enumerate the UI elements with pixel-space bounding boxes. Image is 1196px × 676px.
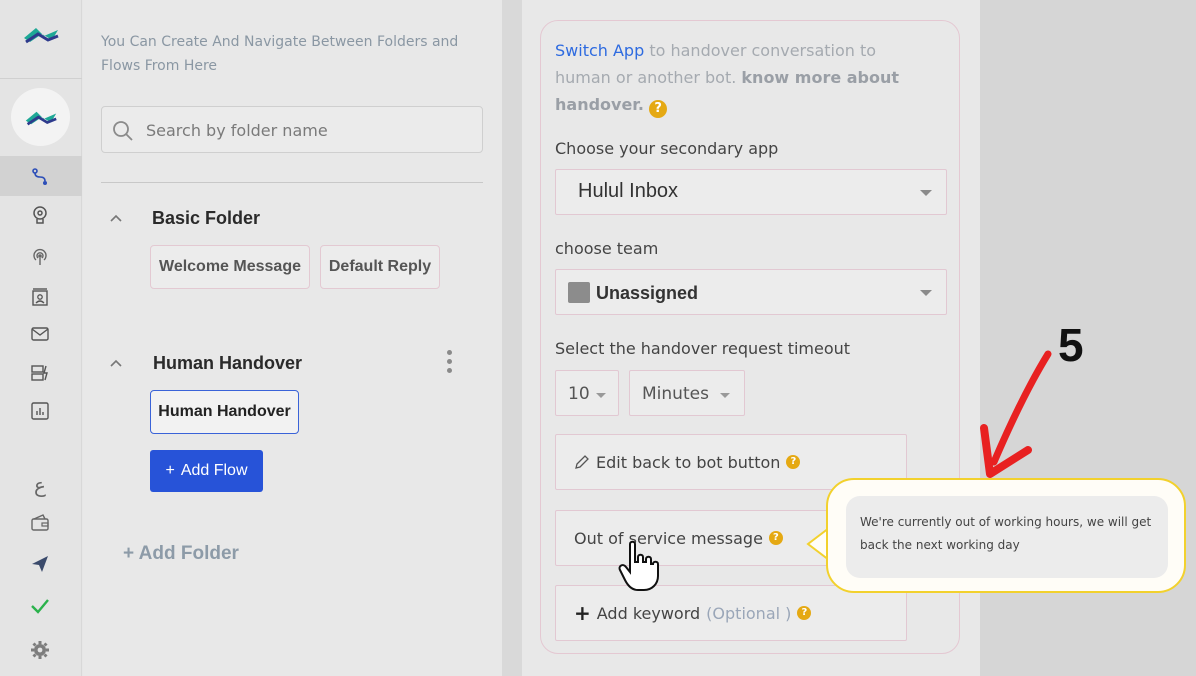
workspace-logo-icon [25,111,57,126]
add-folder-button[interactable]: + Add Folder [123,543,239,565]
team-select[interactable]: Unassigned [555,269,947,315]
folder-search[interactable] [101,106,483,153]
timeout-unit-select[interactable]: Minutes [629,370,745,416]
hand-cursor-icon [618,540,659,591]
flow-chip[interactable]: Default Reply [320,245,440,289]
folder-title[interactable]: Basic Folder [152,208,260,229]
folders-divider [101,182,483,183]
collapse-chevron-icon[interactable] [109,211,123,225]
switch-app-link[interactable]: Switch App [555,41,644,60]
team-color-swatch [568,282,590,303]
timeout-label: Select the handover request timeout [555,339,851,358]
tooltip-bubble: We're currently out of working hours, we… [826,478,1186,593]
mail-icon[interactable] [29,323,51,345]
add-keyword-label: Add keyword [596,603,701,623]
rail-divider [0,78,82,79]
caret-down-icon [920,290,932,296]
tooltip-text: We're currently out of working hours, we… [846,496,1168,578]
check-icon[interactable] [29,595,51,617]
help-icon[interactable]: ? [786,455,801,469]
folders-hint: You Can Create And Navigate Between Fold… [101,34,459,74]
timeout-unit: Minutes [642,384,709,404]
flows-icon[interactable] [29,166,51,188]
step-number: 5 [1058,319,1084,371]
edit-back-label: Edit back to bot button [596,452,781,472]
collapse-chevron-icon[interactable] [109,356,123,370]
search-icon [113,121,133,141]
handover-description: Switch App to handover conversation to h… [555,37,915,118]
folder-menu-icon[interactable] [445,350,453,378]
panel-gap [502,0,522,676]
secondary-app-label: Choose your secondary app [555,139,779,158]
broadcast-icon[interactable] [29,246,51,268]
caret-down-icon [720,393,730,398]
settings-icon[interactable] [29,639,51,661]
optional-tag: (Optional ) [706,603,792,623]
timeout-value: 10 [568,384,590,404]
team-value: Unassigned [596,283,699,303]
out-of-service-label: Out of service message [574,528,763,548]
help-icon[interactable]: ? [649,100,668,118]
folder-title[interactable]: Human Handover [153,353,302,374]
secondary-app-value: Hulul Inbox [578,180,679,202]
brand-logo-icon[interactable] [22,24,60,46]
search-input[interactable] [146,117,466,143]
caret-down-icon [920,190,932,196]
wallet-icon[interactable] [29,511,51,533]
plus-icon: + [165,462,175,479]
workspace-avatar[interactable] [11,88,70,146]
help-icon[interactable]: ? [797,606,812,620]
annotation-arrow-icon [980,350,1052,478]
folders-panel: You Can Create And Navigate Between Fold… [83,0,502,676]
send-icon[interactable] [29,553,51,575]
caret-down-icon [596,393,606,398]
pencil-icon [575,455,589,469]
timeout-value-select[interactable]: 10 [555,370,619,416]
secondary-app-select[interactable]: Hulul Inbox [555,169,947,215]
flow-chip[interactable]: Welcome Message [150,245,310,289]
icon-rail: ع [0,0,82,676]
templates-icon[interactable] [29,362,51,384]
ai-brain-icon[interactable] [29,204,51,226]
language-icon[interactable]: ع [29,473,51,497]
help-icon[interactable]: ? [768,531,783,545]
flow-chip-selected[interactable]: Human Handover [150,390,299,434]
add-keyword-button[interactable]: + Add keyword (Optional ) ? [555,585,907,641]
plus-icon: + [574,601,591,625]
contacts-icon[interactable] [29,286,51,308]
add-flow-button[interactable]: + Add Flow [150,450,263,492]
analytics-icon[interactable] [29,400,51,422]
team-label: choose team [555,239,659,258]
add-flow-label: Add Flow [180,462,248,479]
